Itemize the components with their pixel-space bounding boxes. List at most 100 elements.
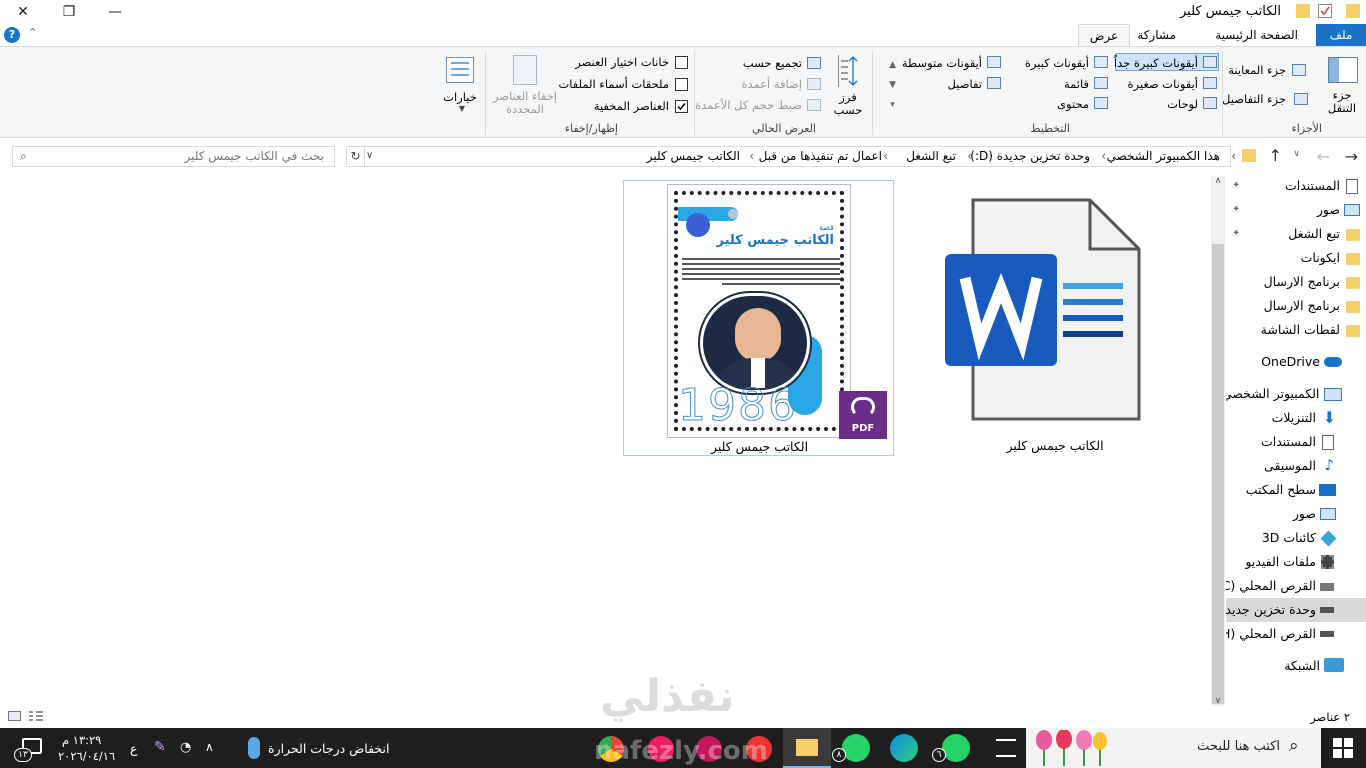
maximize-button[interactable]: ❐ [46, 0, 92, 24]
tab-home[interactable]: الصفحة الرئيسية [1205, 24, 1308, 46]
nav-item-send-program[interactable]: برنامج الارسال [1264, 274, 1340, 289]
breadcrumb-current[interactable]: الكاتب جيمس كلير [647, 149, 740, 163]
nav-item-screenshots[interactable]: لقطات الشاشة [1261, 322, 1340, 337]
tab-share[interactable]: مشاركة [1127, 24, 1186, 46]
add-columns-button[interactable]: إضافة أعمدة [741, 77, 802, 91]
panes-group-label: الأجزاء [1291, 122, 1322, 135]
breadcrumb-done-work[interactable]: اعمال تم تنفيذها من قبل [759, 149, 882, 163]
layout-tiles[interactable]: لوحات [1167, 97, 1198, 111]
close-button[interactable]: ✕ [0, 0, 46, 24]
hidden-items-checkbox[interactable] [675, 100, 688, 113]
notification-count: ١٣ [14, 748, 32, 762]
options-dropdown-icon[interactable]: ▼ [459, 104, 465, 113]
nav-item-downloads[interactable]: التنزيلات [1272, 410, 1316, 425]
nav-item-network[interactable]: الشبكة [1284, 658, 1320, 673]
breadcrumb-drive-d[interactable]: وحدة تخزين جديدة (D:) [970, 149, 1090, 163]
details-view-icon[interactable] [8, 711, 21, 721]
item-checkboxes-checkbox[interactable] [675, 56, 688, 69]
help-icon[interactable]: ? [4, 27, 20, 43]
nav-item-music[interactable]: الموسيقى [1264, 458, 1316, 473]
nav-scrollbar[interactable]: ∧ ∨ [1211, 176, 1225, 706]
large-icons-view-icon[interactable] [28, 710, 44, 722]
ribbon: جزء التنقل جزء المعاينة جزء التفاصيل الأ… [0, 46, 1366, 138]
nav-pane-icon[interactable] [1328, 57, 1358, 83]
breadcrumb-this-pc[interactable]: هذا الكمبيوتر الشخصي [1107, 149, 1220, 163]
layout-scroll[interactable]: ▲ ▼ ▾ [889, 55, 896, 115]
up-arrow-icon[interactable]: ↑ [1269, 146, 1282, 165]
details-pane-button[interactable]: جزء التفاصيل [1222, 92, 1286, 106]
nav-item-pictures[interactable]: صور [1317, 202, 1340, 217]
folder-icon [1346, 325, 1360, 337]
item-checkboxes-label: خانات اختيار العنصر [575, 55, 669, 69]
file-explorer-taskbar-button[interactable] [783, 728, 831, 768]
nav-item-documents-pc[interactable]: المستندات [1261, 434, 1316, 449]
properties-icon[interactable] [1318, 4, 1332, 18]
nav-pane-button[interactable]: جزء التنقل [1324, 89, 1360, 115]
maximize-icon: ❐ [62, 4, 76, 20]
nav-item-onedrive[interactable]: OneDrive [1261, 354, 1320, 369]
preview-pane-button[interactable]: جزء المعاينة [1228, 63, 1286, 77]
nav-item-3d-objects[interactable]: كائنات 3D [1262, 530, 1316, 545]
layout-medium-icons[interactable]: أيقونات متوسطة [902, 56, 982, 70]
nav-item-documents[interactable]: المستندات [1285, 178, 1340, 193]
pen-icon[interactable]: ✎ [154, 739, 166, 755]
file-tile-pdf[interactable]: قصة الكاتب جيمس كلير 1986 PDF الكاتب جيم… [623, 180, 894, 456]
size-columns-button[interactable]: ضبط حجم كل الأعمدة [695, 98, 802, 112]
layout-list[interactable]: قائمة [1064, 77, 1089, 91]
nav-item-work[interactable]: تبع الشغل [1288, 226, 1340, 241]
3d-objects-icon [1320, 530, 1337, 547]
taskbar-search-input[interactable]: اكتب هنا للبحث [1150, 739, 1280, 754]
refresh-icon[interactable]: ↻ [347, 146, 365, 167]
nav-item-pictures-pc[interactable]: صور [1293, 506, 1316, 521]
collapse-ribbon-icon[interactable]: ⌃ [28, 26, 37, 39]
details-pane-icon [1294, 93, 1308, 105]
sort-by-button[interactable]: فرز حسب [832, 91, 864, 117]
file-tile-word[interactable]: الكاتب جيمس كلير [920, 182, 1190, 457]
breadcrumb-work[interactable]: تبع الشغل [906, 149, 956, 163]
breadcrumb-separator: › [967, 149, 972, 163]
input-language[interactable]: ع [130, 741, 137, 756]
layout-details[interactable]: تفاصيل [948, 77, 982, 91]
show-hidden-icons[interactable]: ∧ [205, 740, 214, 754]
nav-item-drive-d[interactable]: وحدة تخزين جديدة (D:) [1226, 602, 1316, 617]
whatsapp-icon[interactable] [942, 734, 970, 762]
new-folder-icon[interactable] [1346, 4, 1360, 18]
whatsapp-icon[interactable] [842, 734, 870, 762]
nav-item-videos[interactable]: ملفات الفيديو [1245, 554, 1316, 569]
nav-item-icons[interactable]: ايكونات [1301, 250, 1340, 265]
clock-time[interactable]: ١٣:٢٩ م [62, 733, 101, 747]
hide-selected-button[interactable]: إخفاء العناصر المحددة [490, 90, 560, 116]
clock-date[interactable]: ٢٠٢٦/٠٤/١٦ [58, 749, 115, 763]
options-button[interactable]: خيارات [443, 90, 477, 104]
minimize-button[interactable]: — [92, 0, 138, 24]
nav-item-drive-h[interactable]: القرص المحلي (H:) [1226, 626, 1316, 641]
start-button[interactable] [1333, 738, 1353, 758]
group-by-button[interactable]: تجميع حسب [743, 56, 802, 70]
ribbon-tabs: ملف الصفحة الرئيسية مشاركة عرض ? ⌃ [0, 24, 1366, 46]
hide-selected-icon [513, 55, 537, 85]
layout-content[interactable]: محتوى [1057, 97, 1089, 111]
tab-file[interactable]: ملف [1316, 24, 1366, 46]
author-photo [700, 293, 810, 393]
file-extensions-label: ملحقات أسماء الملفات [558, 77, 669, 91]
pdf-title: الكاتب جيمس كلير [716, 233, 834, 248]
folder-icon [1242, 149, 1256, 162]
nav-item-send-program-2[interactable]: برنامج الارسال [1264, 298, 1340, 313]
file-extensions-checkbox[interactable] [675, 78, 688, 91]
search-input[interactable]: بحث في الكاتب جيمس كلير [46, 149, 324, 163]
edge-icon[interactable] [890, 734, 918, 762]
tab-view[interactable]: عرض [1078, 24, 1130, 46]
back-arrow-icon[interactable]: → [1345, 147, 1358, 166]
task-view-icon[interactable] [996, 739, 1016, 757]
nav-item-this-pc[interactable]: هذا الكمبيوتر الشخصي [1226, 386, 1340, 404]
nav-item-desktop[interactable]: سطح المكتب [1246, 482, 1316, 497]
forward-arrow-icon[interactable]: ← [1317, 147, 1330, 166]
recent-locations-icon[interactable]: ∨ [1293, 149, 1300, 159]
layout-large-icons[interactable]: أيقونات كبيرة [1025, 56, 1089, 70]
layout-small-icons[interactable]: أيقونات صغيرة [1128, 77, 1199, 91]
wifi-icon[interactable]: ◔ [180, 740, 191, 755]
weather-text[interactable]: انخفاض درجات الحرارة [268, 741, 389, 756]
address-dropdown-icon[interactable]: ∨ [366, 150, 373, 161]
file-name: الكاتب جيمس كلير [1006, 438, 1104, 453]
nav-item-drive-c[interactable]: القرص المحلي (C:) [1226, 578, 1316, 593]
